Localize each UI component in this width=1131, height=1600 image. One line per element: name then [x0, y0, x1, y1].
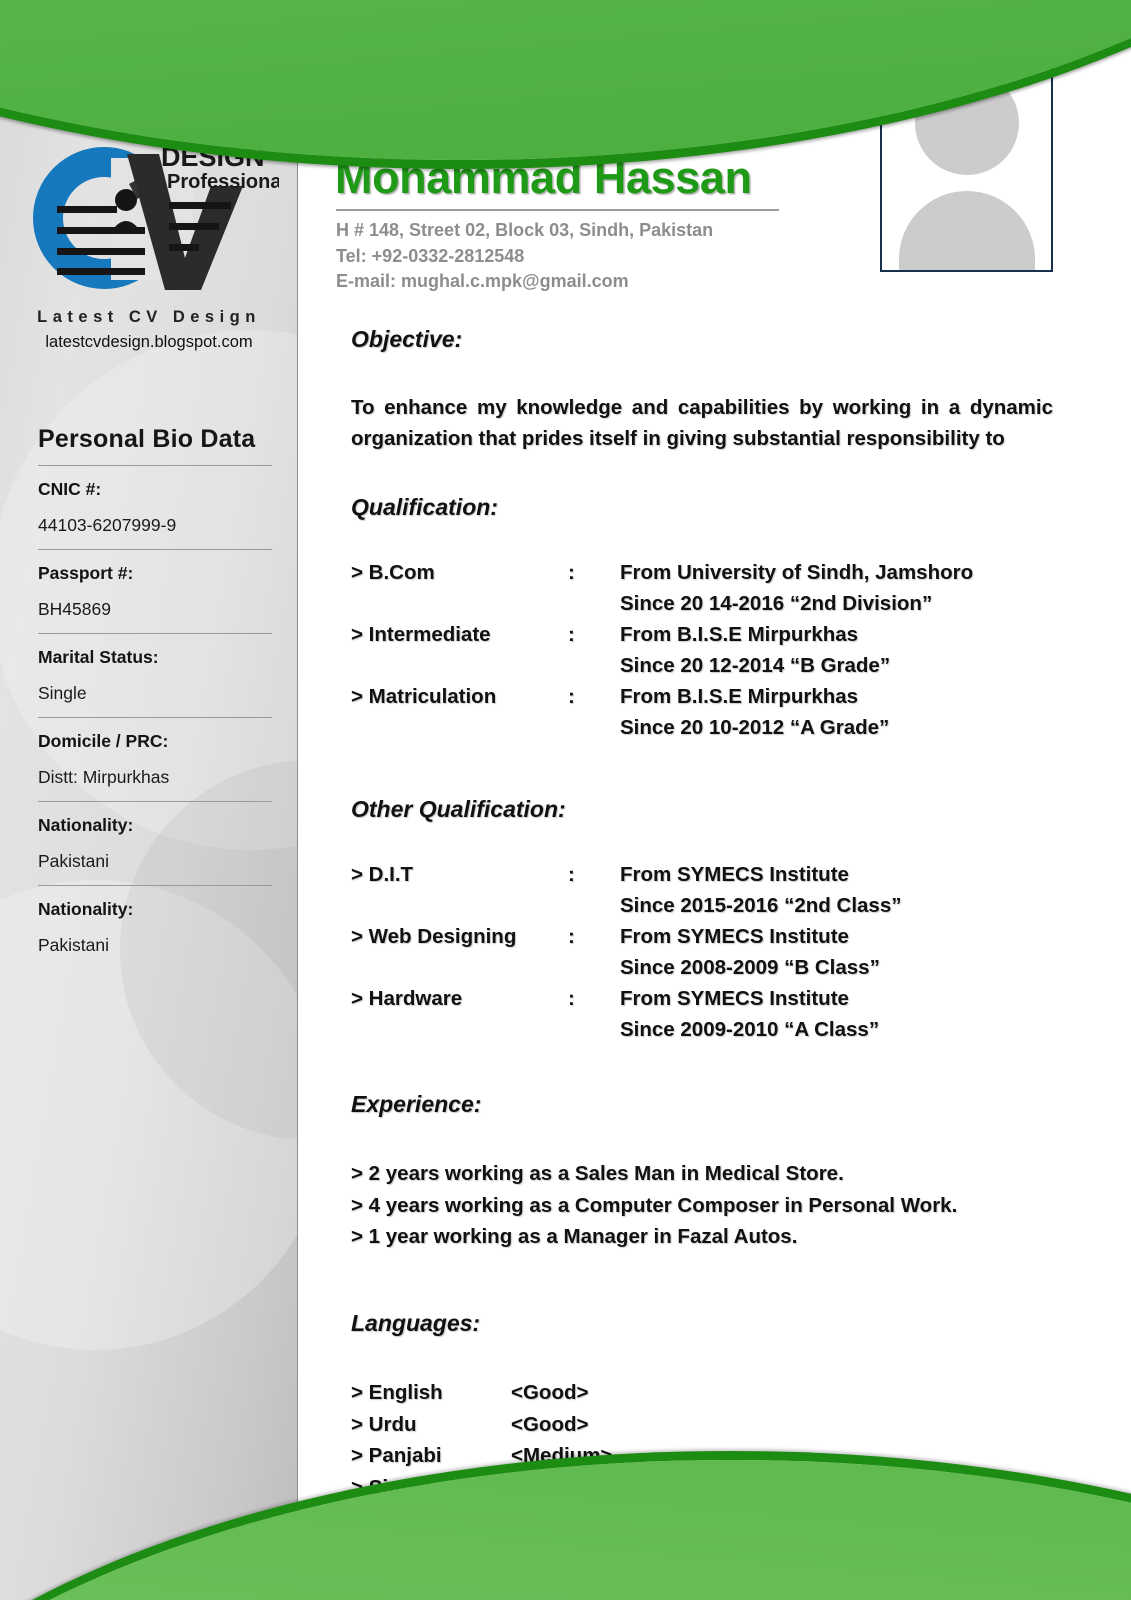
bio-value-cnic: 44103-6207999-9	[38, 515, 177, 535]
bio-value-domicile: Distt: Mirpurkhas	[38, 767, 170, 787]
language-name: > Panjabi	[351, 1444, 442, 1467]
qualification-name: > B.Com	[351, 561, 435, 584]
experience-item: > 1 year working as a Manager in Fazal A…	[351, 1225, 798, 1248]
section-experience: Experience: > 2 years working as a Sales…	[351, 1091, 1111, 1253]
colon: :	[568, 685, 575, 708]
section-other-qualification: Other Qualification: > D.I.T : From SYME…	[351, 796, 1111, 1045]
other-qualification-institute: From SYMECS Institute	[620, 863, 849, 886]
bio-label-domicile: Domicile / PRC:	[38, 731, 169, 751]
qualification-institute: From B.I.S.E Mirpurkhas	[620, 623, 859, 646]
qualification-institute: From University of Sindh, Jamshoro	[620, 561, 974, 584]
candidate-name: Mohammad Hassan	[335, 152, 752, 203]
qualification-item: > Matriculation : From B.I.S.E Mirpurkha…	[351, 681, 1111, 743]
bio-label-nationality-2: Nationality:	[38, 899, 134, 919]
experience-item: > 2 years working as a Sales Man in Medi…	[351, 1162, 844, 1185]
languages-heading: Languages:	[351, 1310, 481, 1336]
bio-label-marital-status: Marital Status:	[38, 647, 159, 667]
cv-logo-svg: DESIGN Professional	[33, 142, 287, 290]
qualification-institute: From B.I.S.E Mirpurkhas	[620, 685, 859, 708]
colon: :	[568, 925, 575, 948]
sidebar: DESIGN Professional Latest CV Design lat…	[0, 0, 298, 1600]
bio-value-marital-status: Single	[38, 683, 87, 703]
experience-item: > 4 years working as a Computer Composer…	[351, 1193, 958, 1217]
bio-value-passport: BH45869	[38, 599, 111, 619]
bio-label-passport: Passport #:	[38, 563, 134, 583]
qualification-since: Since 20 14-2016 “2nd Division”	[620, 592, 933, 615]
qualification-item: > B.Com : From University of Sindh, Jams…	[351, 557, 1111, 619]
cv-logo-icon: DESIGN Professional	[19, 140, 287, 300]
other-qualification-name: > Hardware	[351, 987, 463, 1010]
section-objective: Objective: To enhance my knowledge and c…	[351, 326, 1111, 454]
contact-address: H # 148, Street 02, Block 03, Sindh, Pak…	[336, 220, 714, 240]
contact-phone: Tel: +92-0332-2812548	[336, 245, 525, 266]
bio-label-cnic: CNIC #:	[38, 479, 102, 499]
bio-label-nationality-1: Nationality:	[38, 815, 134, 835]
other-qualification-heading: Other Qualification:	[351, 796, 566, 822]
qualification-name: > Matriculation	[351, 685, 497, 708]
brand-website: latestcvdesign.blogspot.com	[45, 333, 253, 351]
bio-value-nationality-1: Pakistani	[38, 851, 110, 871]
colon: :	[568, 987, 575, 1010]
language-item: > English <Good>	[351, 1377, 1111, 1409]
avatar-body-icon	[898, 191, 1035, 270]
other-qualification-name: > D.I.T	[351, 863, 414, 886]
language-level: <Good>	[511, 1412, 589, 1436]
other-qualification-name: > Web Designing	[351, 925, 517, 948]
brand-tagline: Latest CV Design	[37, 308, 261, 326]
language-level: <Good>	[511, 1381, 589, 1404]
bio-value-nationality-2: Pakistani	[38, 935, 110, 955]
other-qualification-item: > Web Designing : From SYMECS Institute …	[351, 921, 1111, 983]
qualification-heading: Qualification:	[351, 494, 498, 520]
qualification-item: > Intermediate : From B.I.S.E Mirpurkhas…	[351, 619, 1111, 681]
other-qualification-since: Since 2015-2016 “2nd Class”	[620, 894, 902, 917]
qualification-since: Since 20 10-2012 “A Grade”	[620, 716, 890, 739]
bio-title: Personal Bio Data	[38, 425, 256, 453]
objective-heading: Objective:	[351, 326, 463, 352]
contact-email: E-mail: mughal.c.mpk@gmail.com	[336, 271, 629, 291]
other-qualification-institute: From SYMECS Institute	[620, 925, 849, 948]
logo-professional-text: Professional	[167, 171, 279, 193]
other-qualification-institute: From SYMECS Institute	[620, 987, 849, 1010]
brand-logo: DESIGN Professional Latest CV Design lat…	[0, 140, 297, 352]
language-name: > Urdu	[351, 1412, 417, 1436]
language-item: > Urdu <Good>	[351, 1409, 1111, 1441]
cv-page: DESIGN Professional Latest CV Design lat…	[0, 0, 1131, 1600]
other-qualification-item: > Hardware : From SYMECS Institute Since…	[351, 983, 1111, 1045]
contact-block: H # 148, Street 02, Block 03, Sindh, Pak…	[336, 218, 896, 295]
other-qualification-since: Since 2008-2009 “B Class”	[620, 956, 880, 979]
personal-bio-data: Personal Bio Data CNIC #: 44103-6207999-…	[38, 425, 272, 969]
qualification-since: Since 20 12-2014 “B Grade”	[620, 654, 891, 677]
section-qualification: Qualification: > B.Com : From University…	[351, 494, 1111, 743]
experience-heading: Experience:	[351, 1091, 482, 1117]
main-content: Mohammad Hassan H # 148, Street 02, Bloc…	[299, 0, 1131, 1600]
colon: :	[568, 623, 575, 646]
other-qualification-item: > D.I.T : From SYMECS Institute Since 20…	[351, 859, 1111, 921]
colon: :	[568, 561, 575, 584]
other-qualification-since: Since 2009-2010 “A Class”	[620, 1018, 880, 1041]
objective-body: To enhance my knowledge and capabilities…	[351, 396, 1053, 450]
qualification-name: > Intermediate	[351, 623, 491, 646]
colon: :	[568, 863, 575, 886]
language-name: > English	[351, 1381, 443, 1404]
name-divider	[336, 209, 779, 211]
